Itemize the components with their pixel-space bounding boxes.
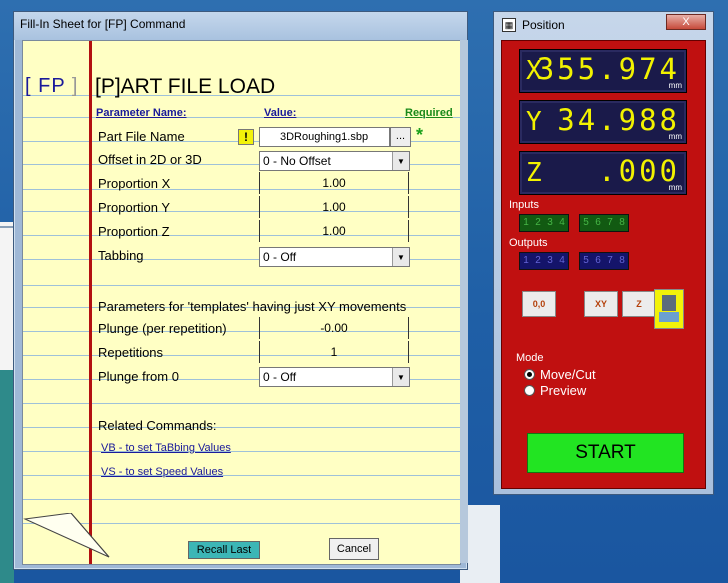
required-header: Required [405, 107, 453, 119]
outputs-label: Outputs [509, 237, 548, 249]
desktop-teal-area [0, 370, 14, 583]
repetitions-label: Repetitions [98, 345, 164, 360]
outputs-5-8[interactable]: 5678 [579, 252, 629, 270]
browse-button[interactable]: ... [390, 127, 411, 147]
zero-origin-icon: 0,0 [532, 299, 546, 309]
related-commands-heading: Related Commands: [98, 418, 217, 433]
x-axis-readout: X 355.974 mm [519, 49, 687, 93]
paper-margin-line [89, 41, 92, 564]
x-axis-value: 355.974 [536, 52, 680, 86]
machine-view-button[interactable] [654, 289, 684, 329]
machine-icon [662, 295, 676, 311]
mode-move-cut-radio[interactable]: Move/Cut [524, 367, 596, 382]
plunge-field[interactable]: -0.00 [259, 317, 409, 339]
part-file-label: Part File Name [98, 129, 185, 144]
chevron-down-icon[interactable]: ▼ [392, 248, 409, 266]
position-window: ▦ Position X X 355.974 mm Y 34.988 mm Z … [493, 11, 714, 495]
inputs-label: Inputs [509, 199, 539, 211]
link-vs[interactable]: VS - to set Speed Values [101, 466, 223, 478]
offset-select-value: 0 - No Offset [263, 154, 331, 168]
proportion-y-field[interactable]: 1.00 [259, 196, 409, 218]
y-axis-label: Y [526, 107, 542, 137]
page-title: [P]ART FILE LOAD [95, 75, 276, 98]
zero-z-icon: Z [636, 299, 642, 309]
radio-unselected-icon [524, 385, 535, 396]
plunge-from-zero-value: 0 - Off [263, 370, 297, 384]
y-axis-unit: mm [668, 132, 682, 141]
window-title: Position [522, 18, 565, 32]
outputs-1-4[interactable]: 1234 [519, 252, 569, 270]
radio-selected-icon [524, 369, 535, 380]
plunge-label: Plunge (per repetition) [98, 321, 227, 336]
window-title: Fill-In Sheet for [FP] Command [20, 17, 186, 31]
close-button[interactable]: X [666, 14, 706, 30]
tabbing-label: Tabbing [98, 248, 144, 263]
tabbing-select-value: 0 - Off [263, 250, 297, 264]
mode-preview-radio[interactable]: Preview [524, 383, 586, 398]
templates-note: Parameters for 'templates' having just X… [98, 299, 407, 314]
fill-in-sheet-window: Fill-In Sheet for [FP] Command [ FP ] [P… [13, 11, 468, 570]
offset-select[interactable]: 0 - No Offset ▼ [259, 151, 410, 171]
z-axis-label: Z [526, 158, 542, 188]
x-axis-unit: mm [668, 81, 682, 90]
fill-in-sheet-paper: [ FP ] [P]ART FILE LOAD Parameter Name: … [22, 40, 461, 565]
recall-last-button[interactable]: Recall Last [188, 541, 260, 559]
machine-base-icon [659, 312, 679, 322]
proportion-x-field[interactable]: 1.00 [259, 172, 409, 194]
warning-icon[interactable]: ! [238, 129, 254, 145]
window-frame-right [460, 40, 468, 563]
y-axis-value: 34.988 [557, 103, 680, 137]
z-axis-unit: mm [668, 183, 682, 192]
offset-label: Offset in 2D or 3D [98, 152, 202, 167]
zero-z-button[interactable]: Z [622, 291, 656, 317]
inputs-5-8: 5678 [579, 214, 629, 232]
part-file-input[interactable]: 3DRoughing1.sbp [259, 127, 390, 147]
mode-move-cut-label: Move/Cut [540, 367, 596, 382]
paper-curl-decoration [23, 513, 110, 558]
zero-origin-button[interactable]: 0,0 [522, 291, 556, 317]
position-app-icon: ▦ [502, 18, 516, 32]
required-star-icon: * [416, 125, 424, 145]
chevron-down-icon[interactable]: ▼ [392, 152, 409, 170]
proportion-x-label: Proportion X [98, 176, 171, 191]
mode-label: Mode [516, 352, 544, 364]
command-code: [ FP ] [25, 75, 79, 97]
plunge-from-zero-label: Plunge from 0 [98, 369, 179, 384]
y-axis-readout: Y 34.988 mm [519, 100, 687, 144]
cancel-button[interactable]: Cancel [329, 538, 379, 560]
proportion-z-label: Proportion Z [98, 224, 170, 239]
start-button[interactable]: START [527, 433, 684, 473]
zero-xy-button[interactable]: XY [584, 291, 618, 317]
value-header: Value: [264, 107, 297, 119]
proportion-z-field[interactable]: 1.00 [259, 220, 409, 242]
repetitions-field[interactable]: 1 [259, 341, 409, 363]
parameter-name-header: Parameter Name: [96, 107, 187, 119]
tabbing-select[interactable]: 0 - Off ▼ [259, 247, 410, 267]
mode-preview-label: Preview [540, 383, 587, 398]
zero-xy-icon: XY [594, 299, 607, 309]
desktop-divider [0, 226, 14, 228]
proportion-y-label: Proportion Y [98, 200, 171, 215]
position-panel: X 355.974 mm Y 34.988 mm Z .000 mm Input… [501, 40, 706, 489]
plunge-from-zero-select[interactable]: 0 - Off ▼ [259, 367, 410, 387]
inputs-1-4: 1234 [519, 214, 569, 232]
z-axis-readout: Z .000 mm [519, 151, 687, 195]
chevron-down-icon[interactable]: ▼ [392, 368, 409, 386]
link-vb[interactable]: VB - to set TaBbing Values [101, 442, 231, 454]
